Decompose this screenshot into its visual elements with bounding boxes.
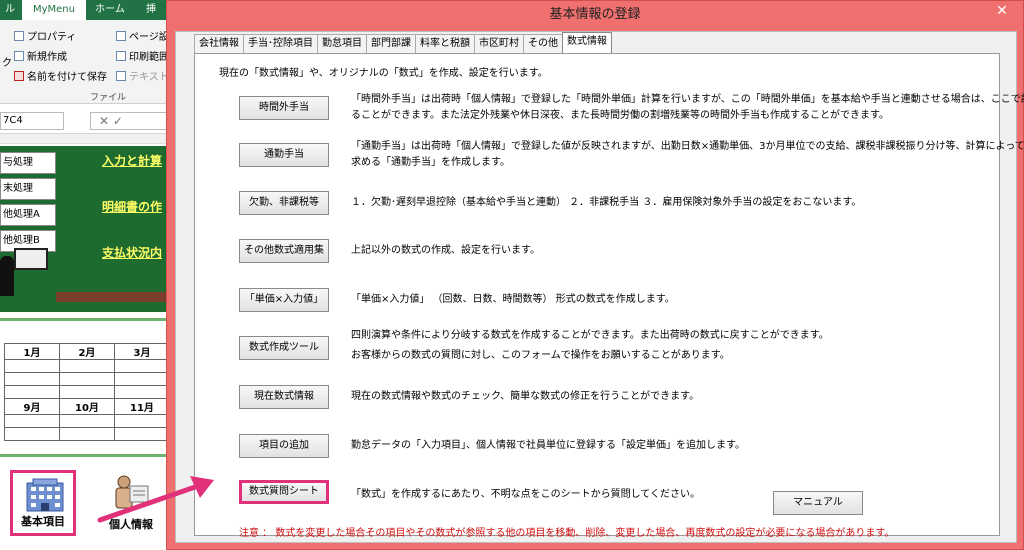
dialog-title: 基本情報の登録 [549, 7, 641, 22]
side-button-salary[interactable]: 与処理 [0, 152, 56, 174]
sheet-header [0, 134, 170, 144]
ribbon-tab-mymenu[interactable]: MyMenu [22, 0, 86, 20]
save-as-icon [14, 70, 24, 81]
month-cell[interactable]: 11月 [113, 398, 170, 415]
print-icon [116, 50, 126, 61]
building-icon [26, 478, 64, 512]
whiteboard-icon [14, 248, 48, 270]
side-button-other-a[interactable]: 他処理A [0, 204, 56, 226]
ribbon-fragment: ク [2, 58, 12, 69]
month-table: 1月 2月 3月 9月 10月 11月 [0, 318, 170, 454]
other-formulas-button[interactable]: その他数式適用集 [239, 239, 329, 263]
properties-icon [14, 30, 24, 41]
tab-company-info[interactable]: 会社情報 [194, 34, 244, 53]
name-box[interactable]: 7C4 [0, 112, 64, 130]
absence-description: １．欠勤･遅刻早退控除（基本給や手当と連動） ２．非課税手当 ３．雇用保険対象外… [351, 197, 862, 208]
formula-tool-description: 四則演算や条件により分岐する数式を作成することができます。また出荷時の数式に戻す… [351, 330, 829, 361]
tab-rates-taxes[interactable]: 料率と税額 [415, 34, 475, 53]
tab-attendance-items[interactable]: 勤怠項目 [317, 34, 367, 53]
side-button-yearend[interactable]: 末処理 [0, 178, 56, 200]
tab-other[interactable]: その他 [523, 34, 563, 53]
add-item-description: 勤怠データの「入力項目」、個人情報で社員単位に登録する「設定単価」を追加します。 [351, 440, 745, 451]
tab-municipalities[interactable]: 市区町村 [474, 34, 524, 53]
current-formula-info-button[interactable]: 現在数式情報 [239, 385, 329, 409]
overtime-allowance-button[interactable]: 時間外手当 [239, 96, 329, 120]
text-icon [116, 70, 126, 81]
ribbon-tab-bar: ル MyMenu ホーム 挿 [0, 0, 170, 20]
formula-tool-button[interactable]: 数式作成ツール [239, 336, 329, 360]
close-icon[interactable]: ✕ [989, 1, 1015, 21]
link-payment-status[interactable]: 支払状況内 [102, 244, 162, 261]
month-cell[interactable]: 2月 [58, 343, 115, 360]
basic-items-label: 基本項目 [21, 515, 65, 528]
tab-formula-info[interactable]: 数式情報 [562, 32, 612, 53]
presenter-illustration [0, 246, 60, 306]
ribbon-tab-home[interactable]: ホーム [88, 0, 132, 20]
current-formula-description: 現在の数式情報や数式のチェック、簡単な数式の修正を行うことができます。 [351, 391, 700, 402]
save-as-button[interactable]: 名前を付けて保存 [14, 68, 107, 83]
commute-allowance-button[interactable]: 通勤手当 [239, 143, 329, 167]
formula-info-panel: 現在の「数式情報」や、オリジナルの「数式」を作成、設定を行います。 時間外手当 … [194, 53, 1024, 539]
tab-allowances-deductions[interactable]: 手当･控除項目 [243, 34, 318, 53]
month-cell[interactable]: 9月 [4, 398, 60, 415]
overtime-description: 「時間外手当」は出荷時「個人情報」で登録した「時間外単価」計算を行いますが、この… [351, 94, 1024, 121]
text-button[interactable]: テキスト [116, 68, 169, 83]
add-item-button[interactable]: 項目の追加 [239, 434, 329, 458]
formula-cancel-enter-buttons[interactable]: ✕ ✓ [90, 112, 170, 130]
basic-items-button[interactable]: 基本項目 [10, 470, 76, 536]
month-cell[interactable]: 1月 [4, 343, 60, 360]
unit-price-input-button[interactable]: 「単価×入力値」 [239, 288, 329, 312]
intro-text: 現在の「数式情報」や、オリジナルの「数式」を作成、設定を行います。 [219, 68, 548, 79]
other-formulas-description: 上記以外の数式の作成、設定を行います。 [351, 245, 540, 256]
print-range-button[interactable]: 印刷範囲 [116, 48, 169, 63]
ribbon: ク プロパティ 新規作成 名前を付けて保存 ページ設 印刷範囲 テキスト ファイ… [0, 20, 170, 104]
properties-button[interactable]: プロパティ [14, 28, 76, 43]
absence-nontaxable-button[interactable]: 欠勤、非課税等 [239, 191, 329, 215]
tab-departments[interactable]: 部門部課 [366, 34, 416, 53]
question-sheet-description: 「数式」を作成するにあたり、不明な点をこのシートから質問してください。 [351, 489, 700, 500]
decorative-bar [56, 292, 170, 302]
person-silhouette-icon [0, 256, 14, 296]
manual-button[interactable]: マニュアル [773, 491, 863, 515]
formula-bar: 7C4 ✕ ✓ [0, 108, 170, 134]
new-file-icon [14, 50, 24, 61]
new-file-button[interactable]: 新規作成 [14, 48, 67, 63]
link-payslip[interactable]: 明細書の作 [102, 198, 162, 215]
unit-price-description: 「単価×入力値」 （回数、日数、時間数等） 形式の数式を作成します。 [351, 294, 675, 305]
ribbon-group-label: ファイル [90, 93, 127, 103]
ribbon-tab-file[interactable]: ル [0, 0, 20, 20]
page-setup-button[interactable]: ページ設 [116, 28, 169, 43]
month-cell[interactable]: 3月 [113, 343, 170, 360]
basic-info-dialog: 基本情報の登録 ✕ 会社情報 手当･控除項目 勤怠項目 部門部課 料率と税額 市… [166, 0, 1024, 550]
ribbon-tab-insert[interactable]: 挿 [136, 0, 166, 20]
page-setup-icon [116, 30, 126, 41]
tab-bar: 会社情報 手当･控除項目 勤怠項目 部門部課 料率と税額 市区町村 その他 数式… [194, 32, 612, 54]
warning-note: 注意 ： 数式を変更した場合その項目やその数式が参照する他の項目を移動、削除、変… [239, 528, 895, 539]
commute-description: 「通勤手当」は出荷時「個人情報」で登録した値が反映されますが、出勤日数×通勤単価… [351, 141, 1024, 168]
formula-question-sheet-button[interactable]: 数式質問シート [239, 480, 329, 504]
pointer-arrow-icon [97, 476, 214, 523]
month-grid: 1月 2月 3月 9月 10月 11月 [4, 343, 170, 441]
month-cell[interactable]: 10月 [58, 398, 115, 415]
link-input-calc[interactable]: 入力と計算 [102, 152, 162, 169]
dialog-body: 会社情報 手当･控除項目 勤怠項目 部門部課 料率と税額 市区町村 その他 数式… [175, 31, 1024, 543]
